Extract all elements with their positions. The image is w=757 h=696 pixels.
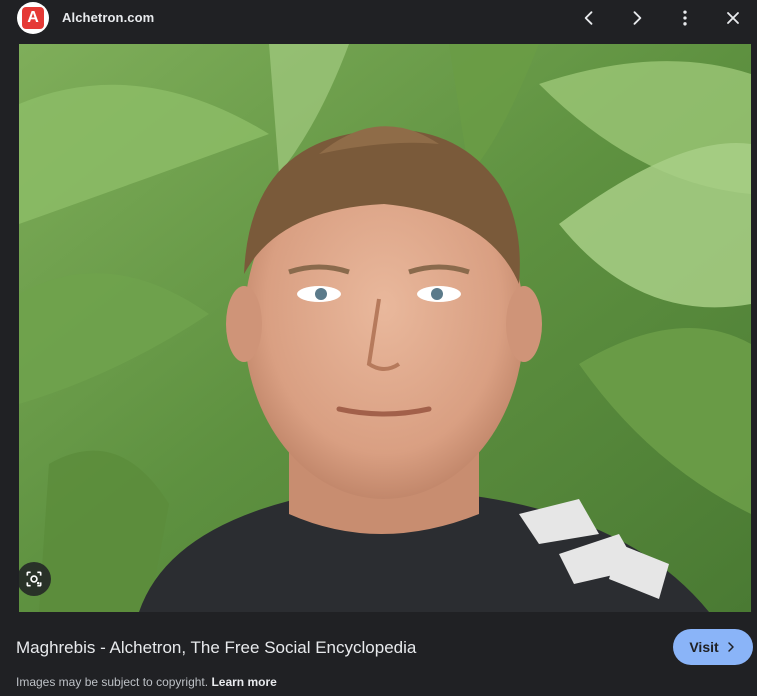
forward-arrow-icon bbox=[633, 11, 642, 25]
back-arrow-icon bbox=[584, 11, 593, 25]
close-button[interactable] bbox=[719, 4, 747, 32]
viewer-header: A Alchetron.com bbox=[0, 0, 757, 44]
result-title[interactable]: Maghrebis - Alchetron, The Free Social E… bbox=[16, 638, 416, 658]
visit-button[interactable]: Visit bbox=[673, 629, 753, 665]
visit-label: Visit bbox=[689, 639, 719, 655]
next-button[interactable] bbox=[623, 4, 651, 32]
previous-button[interactable] bbox=[575, 4, 603, 32]
preview-image[interactable] bbox=[19, 44, 751, 612]
lens-search-button[interactable] bbox=[17, 562, 51, 596]
more-options-button[interactable] bbox=[671, 4, 699, 32]
site-logo: A bbox=[17, 2, 49, 34]
site-name[interactable]: Alchetron.com bbox=[62, 10, 154, 25]
close-icon bbox=[727, 12, 739, 24]
learn-more-link[interactable]: Learn more bbox=[211, 675, 276, 689]
alchetron-logo-icon: A bbox=[22, 7, 44, 29]
chevron-right-icon bbox=[727, 642, 734, 652]
copyright-notice: Images may be subject to copyright. Lear… bbox=[16, 675, 277, 689]
copyright-text: Images may be subject to copyright. bbox=[16, 675, 209, 689]
more-vert-icon bbox=[683, 10, 687, 26]
portrait-photo bbox=[19, 44, 751, 612]
preview-footer: Maghrebis - Alchetron, The Free Social E… bbox=[0, 612, 757, 696]
lens-icon bbox=[26, 571, 42, 587]
